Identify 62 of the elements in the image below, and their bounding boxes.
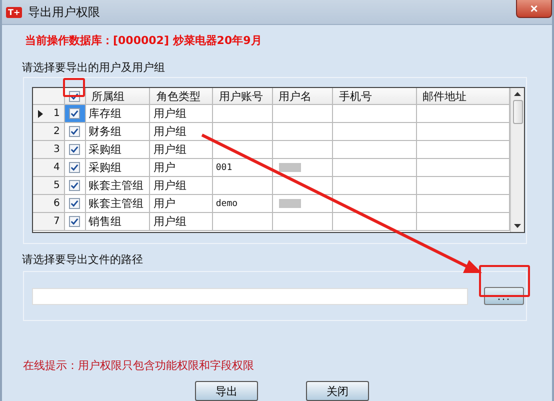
table-cell: 销售组 [88, 214, 122, 229]
row-number: 6 [53, 198, 60, 209]
row-number: 3 [53, 144, 60, 155]
scroll-thumb[interactable] [512, 100, 522, 124]
table-cell: 采购组 [88, 160, 122, 175]
table-cell: 用户组 [153, 142, 186, 157]
selector-cell[interactable] [64, 105, 86, 122]
dialog-button[interactable]: 导出 [195, 381, 258, 401]
table-cell: 用户 [153, 160, 176, 175]
path-field[interactable] [32, 288, 468, 304]
row-header-cell[interactable]: 4 [33, 159, 65, 176]
row-number: 4 [53, 162, 60, 173]
scroll-down-icon[interactable] [514, 224, 521, 228]
table-cell: 采购组 [88, 142, 122, 157]
table-cell: 用户组 [153, 214, 186, 229]
table-cell: demo [216, 198, 238, 208]
scroll-up-icon[interactable] [514, 92, 521, 96]
row-header-cell[interactable]: 2 [33, 123, 65, 140]
table-cell: 库存组 [88, 106, 122, 121]
scrollbar[interactable] [510, 88, 524, 232]
blurred-block [278, 199, 300, 208]
column-header[interactable]: 所属组 [86, 88, 150, 104]
highlight-frame [63, 78, 85, 97]
row-header-cell[interactable]: 1 [33, 105, 65, 122]
row-checkbox[interactable] [69, 126, 80, 137]
hint-text: 在线提示：用户权限只包含功能权限和字段权限 [23, 358, 255, 373]
table-cell: 用户 [153, 196, 176, 211]
row-checkbox[interactable] [69, 216, 80, 227]
row-header-cell[interactable]: 5 [33, 177, 65, 194]
row-number: 2 [53, 126, 60, 137]
blurred-block [278, 163, 300, 172]
table-cell: 001 [216, 162, 232, 172]
group-label: 请选择要导出文件的路径 [22, 252, 144, 267]
table-cell: 财务组 [88, 124, 122, 139]
row-header-cell[interactable]: 7 [33, 213, 65, 230]
database-info: 当前操作数据库：[000002] 炒菜电器20年9月 [25, 33, 263, 48]
row-checkbox[interactable] [69, 108, 80, 119]
row-checkbox[interactable] [69, 180, 80, 191]
highlight-frame [479, 265, 530, 297]
row-checkbox[interactable] [69, 198, 80, 209]
dialog-button[interactable]: 关闭 [306, 381, 369, 401]
row-indicator-icon [38, 110, 43, 118]
window-title: 导出用户权限 [28, 4, 100, 20]
row-number: 7 [53, 216, 60, 227]
column-header[interactable]: 用户名 [272, 88, 334, 104]
row-header-cell[interactable]: 6 [33, 195, 65, 212]
table-cell: 账套主管组 [88, 196, 144, 211]
row-checkbox[interactable] [69, 144, 80, 155]
row-number: 1 [53, 108, 60, 119]
table-cell: 用户组 [153, 178, 186, 193]
close-button[interactable]: × [516, 0, 552, 18]
table-cell: 用户组 [153, 124, 186, 139]
group-label: 请选择要导出的用户及用户组 [22, 60, 166, 75]
table-cell: 账套主管组 [88, 178, 144, 193]
row-checkbox[interactable] [69, 162, 80, 173]
row-header-cell[interactable]: 3 [33, 141, 65, 158]
table-cell: 用户组 [153, 106, 186, 121]
row-number: 5 [53, 180, 60, 191]
column-header[interactable]: 角色类型 [150, 88, 213, 104]
app-logo: T+ [6, 6, 22, 18]
column-header[interactable]: 用户账号 [212, 88, 272, 104]
column-header[interactable]: 手机号 [333, 88, 417, 104]
